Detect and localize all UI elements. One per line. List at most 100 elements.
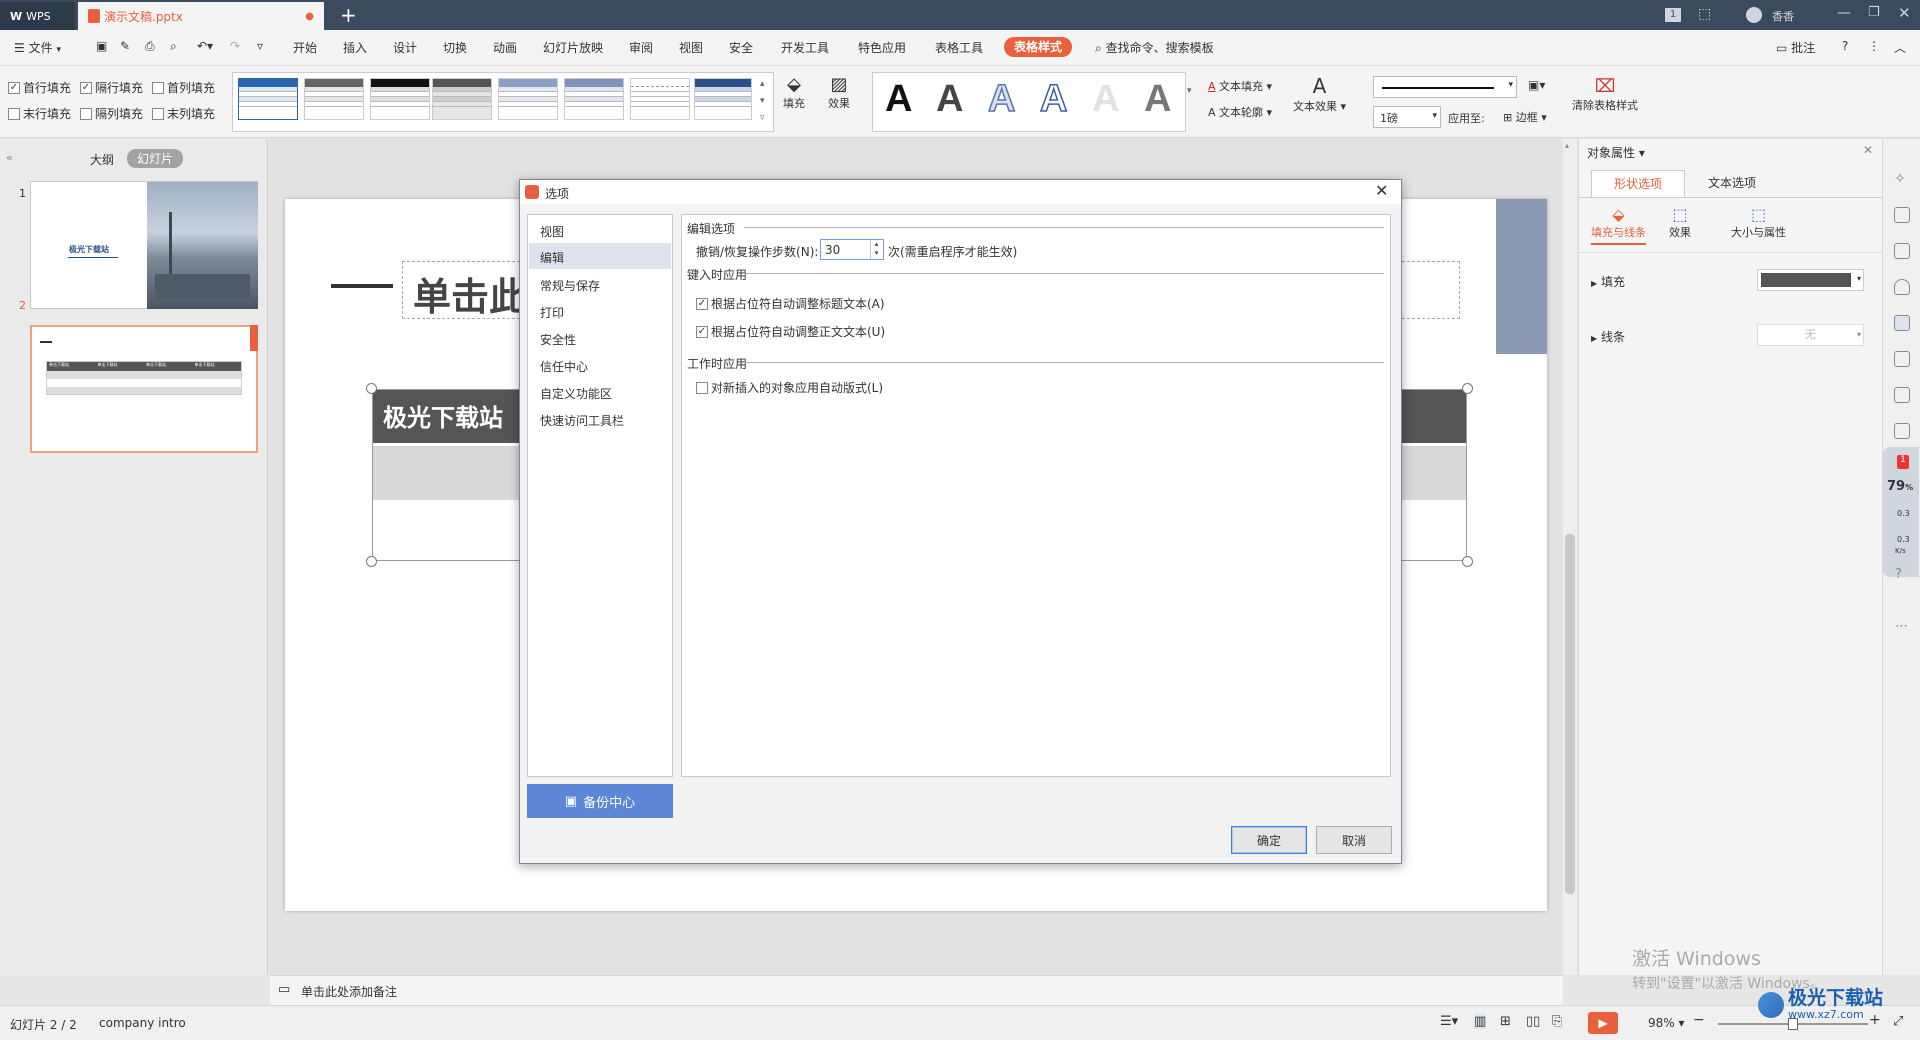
nav-print[interactable]: 打印 bbox=[540, 304, 564, 321]
document-tab[interactable]: 演示文稿.pptx ● bbox=[78, 2, 324, 30]
resize-handle[interactable] bbox=[366, 383, 377, 394]
check-banded-cols[interactable]: 隔列填充 bbox=[80, 105, 143, 122]
close-window-button[interactable]: ✕ bbox=[1898, 4, 1911, 22]
table-style-6[interactable] bbox=[564, 78, 624, 120]
user-avatar[interactable] bbox=[1746, 7, 1762, 23]
menu-tab-start[interactable]: 开始 bbox=[293, 39, 317, 56]
tab-outline[interactable]: 大纲 bbox=[90, 151, 114, 168]
effect-button[interactable]: ▨ 效果 bbox=[828, 74, 850, 111]
ok-button[interactable]: 确定 bbox=[1231, 826, 1307, 854]
comment-button[interactable]: ▭ 批注 bbox=[1776, 39, 1815, 56]
redo-icon[interactable]: ↷ bbox=[230, 39, 240, 53]
scroll-thumb[interactable] bbox=[1565, 534, 1575, 894]
skin-icon[interactable]: ⬚ bbox=[1698, 6, 1711, 22]
tab-slides[interactable]: 幻灯片 bbox=[127, 149, 184, 168]
check-first-col[interactable]: 首列填充 bbox=[152, 79, 215, 96]
check-last-row[interactable]: 末行填充 bbox=[8, 105, 71, 122]
picture-icon[interactable] bbox=[1894, 351, 1910, 367]
more-icon[interactable]: ⋯ bbox=[1895, 619, 1908, 634]
minimize-button[interactable]: — bbox=[1837, 5, 1851, 21]
table-style-2[interactable] bbox=[304, 78, 364, 120]
menu-tab-animation[interactable]: 动画 bbox=[493, 39, 517, 56]
table-style-5[interactable] bbox=[498, 78, 558, 120]
wordart-style-1[interactable]: A bbox=[885, 78, 912, 121]
print-icon[interactable]: ⎙ bbox=[145, 39, 155, 54]
shapes-icon[interactable] bbox=[1894, 207, 1910, 223]
nav-view[interactable]: 视图 bbox=[540, 223, 564, 240]
zoom-slider[interactable] bbox=[1718, 1018, 1868, 1030]
menu-tab-review[interactable]: 审阅 bbox=[629, 39, 653, 56]
text-effect-button[interactable]: A 文本效果 ▾ bbox=[1293, 74, 1346, 114]
tab-shape-options[interactable]: 形状选项 bbox=[1591, 170, 1685, 197]
tab-text-options[interactable]: 文本选项 bbox=[1685, 170, 1779, 197]
new-tab-button[interactable]: + bbox=[340, 3, 357, 27]
notes-toggle-icon[interactable]: ☰▾ bbox=[1440, 1014, 1458, 1029]
resize-handle[interactable] bbox=[1462, 556, 1473, 567]
text-outline-button[interactable]: A 文本轮廓 ▾ bbox=[1208, 104, 1272, 120]
sub-tab-size[interactable]: ⬚ 大小与属性 bbox=[1731, 205, 1786, 240]
backup-center-button[interactable]: ▣ 备份中心 bbox=[527, 784, 673, 818]
dialog-close-button[interactable]: ✕ bbox=[1375, 181, 1388, 200]
undo-icon[interactable]: ↶▾ bbox=[197, 39, 213, 53]
collapse-ribbon-icon[interactable]: ︿ bbox=[1894, 39, 1906, 56]
line-select[interactable]: 无 ▾ bbox=[1757, 324, 1864, 346]
more-icon[interactable]: ⋮ bbox=[1868, 39, 1880, 53]
menu-tab-security[interactable]: 安全 bbox=[729, 39, 753, 56]
wordart-style-2[interactable]: A bbox=[936, 78, 963, 121]
file-menu[interactable]: ☰ 文件 ▾ bbox=[14, 39, 61, 56]
nav-quick-access-toolbar[interactable]: 快速访问工具栏 bbox=[540, 412, 624, 429]
check-last-col[interactable]: 末列填充 bbox=[152, 105, 215, 122]
help-icon[interactable]: ? bbox=[1842, 39, 1848, 53]
image-icon[interactable] bbox=[1894, 423, 1910, 439]
normal-view-icon[interactable]: ▥ bbox=[1474, 1014, 1487, 1029]
vertical-scrollbar[interactable]: ▴ bbox=[1563, 139, 1577, 975]
customize-toolbar-icon[interactable]: ▿ bbox=[257, 39, 263, 53]
nav-trust-center[interactable]: 信任中心 bbox=[540, 358, 588, 375]
sub-tab-effect[interactable]: ⬚ 效果 bbox=[1669, 205, 1691, 240]
help-circle-icon[interactable]: ? bbox=[1895, 567, 1902, 582]
slide-thumb-1[interactable]: 极光下载站 bbox=[30, 181, 258, 309]
speed-widget[interactable]: 1 79% 0.3 0.3 K/s bbox=[1883, 447, 1919, 577]
eraser-icon[interactable] bbox=[1894, 279, 1910, 295]
menu-tab-view[interactable]: 视图 bbox=[679, 39, 703, 56]
check-autofit-body[interactable]: ✓ 根据占位符自动调整正文文本(U) bbox=[696, 323, 885, 340]
command-search[interactable]: ⌕ 查找命令、搜索模板 bbox=[1095, 39, 1214, 56]
play-slideshow-button[interactable]: ▶ bbox=[1588, 1012, 1618, 1034]
sorter-view-icon[interactable]: ⊞ bbox=[1500, 1014, 1511, 1029]
sub-tab-fill-line[interactable]: ⬙ 填充与线条 bbox=[1591, 205, 1646, 245]
nav-security[interactable]: 安全性 bbox=[540, 331, 576, 348]
fill-color-select[interactable]: ▾ bbox=[1757, 269, 1864, 291]
user-name[interactable]: 香香 bbox=[1772, 8, 1794, 24]
format-painter-icon[interactable]: ✎ bbox=[120, 39, 130, 53]
table-style-7[interactable] bbox=[630, 78, 690, 120]
menu-tab-design[interactable]: 设计 bbox=[393, 39, 417, 56]
table-style-1[interactable] bbox=[238, 78, 298, 120]
text-gallery-scroll-icon[interactable]: ▾ bbox=[1187, 86, 1192, 96]
nav-general-save[interactable]: 常规与保存 bbox=[540, 277, 600, 294]
menu-tab-table-style[interactable]: 表格样式 bbox=[1004, 37, 1073, 57]
menu-tab-transition[interactable]: 切换 bbox=[443, 39, 467, 56]
border-button[interactable]: ⊞ 边框 ▾ bbox=[1503, 109, 1547, 125]
menu-tab-table-tools[interactable]: 表格工具 bbox=[935, 39, 983, 56]
panel-title[interactable]: 对象属性 ▾ bbox=[1587, 144, 1645, 161]
menu-tab-features[interactable]: 特色应用 bbox=[858, 39, 906, 56]
theme-name[interactable]: company intro bbox=[99, 1016, 186, 1030]
table-style-4[interactable] bbox=[432, 78, 492, 120]
pin-icon[interactable]: ✧ bbox=[1894, 171, 1910, 187]
resize-handle[interactable] bbox=[366, 556, 377, 567]
wordart-style-3[interactable]: A bbox=[987, 77, 1016, 121]
zoom-level[interactable]: 98% ▾ bbox=[1648, 1016, 1685, 1030]
fit-window-icon[interactable]: ⤢ bbox=[1893, 1014, 1903, 1029]
nav-edit[interactable]: 编辑 bbox=[529, 243, 671, 269]
text-fill-button[interactable]: A 文本填充 ▾ bbox=[1208, 78, 1272, 94]
notes-bar[interactable]: ▭ 单击此处添加备注 bbox=[270, 975, 1563, 1005]
wordart-style-4[interactable]: A bbox=[1039, 77, 1068, 121]
fill-button[interactable]: ⬙ 填充 bbox=[783, 74, 805, 111]
table-style-8[interactable] bbox=[694, 78, 752, 120]
print-preview-icon[interactable]: ⌕ bbox=[170, 39, 177, 54]
check-banded-rows[interactable]: ✓ 隔行填充 bbox=[80, 79, 143, 96]
resize-handle[interactable] bbox=[1462, 383, 1473, 394]
copy-icon[interactable] bbox=[1894, 243, 1910, 259]
check-first-row[interactable]: ✓ 首行填充 bbox=[8, 79, 71, 96]
line-weight-select[interactable]: 1磅 ▾ bbox=[1373, 106, 1441, 128]
